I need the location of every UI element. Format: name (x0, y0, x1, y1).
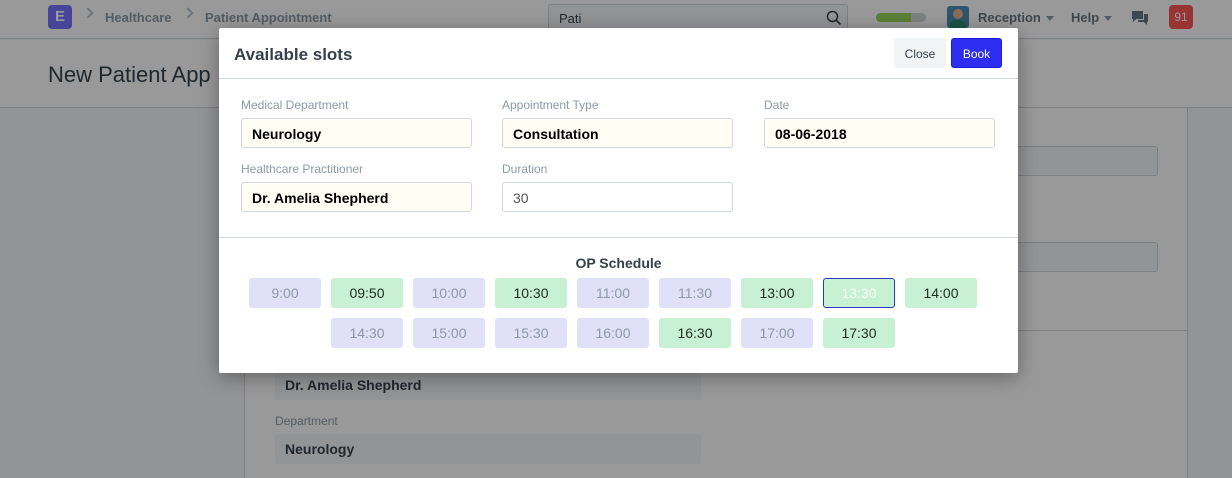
time-slot-button[interactable]: 11:30 (659, 278, 731, 308)
time-slot-button[interactable]: 15:30 (495, 318, 567, 348)
practitioner-label: Healthcare Practitioner (241, 162, 364, 176)
time-slot-button[interactable]: 15:00 (413, 318, 485, 348)
time-slot-button[interactable]: 17:30 (823, 318, 895, 348)
duration-field[interactable]: 30 (502, 182, 733, 212)
appointment-type-field[interactable]: Consultation (502, 118, 733, 148)
time-slot-button[interactable]: 17:00 (741, 318, 813, 348)
time-slot-button[interactable]: 14:00 (905, 278, 977, 308)
time-slot-button[interactable]: 14:30 (331, 318, 403, 348)
available-slots-dialog: Available slots Close Book Medical Depar… (219, 28, 1018, 373)
divider (219, 237, 1018, 238)
schedule-title: OP Schedule (575, 255, 662, 271)
time-slot-button[interactable]: 16:30 (659, 318, 731, 348)
date-field[interactable]: 08-06-2018 (764, 118, 995, 148)
time-slot-button[interactable]: 9:00 (249, 278, 321, 308)
date-label: Date (764, 98, 790, 112)
time-slot-button[interactable]: 16:00 (577, 318, 649, 348)
time-slot-button[interactable]: 09:50 (331, 278, 403, 308)
modal-header: Available slots Close Book (219, 28, 1018, 79)
time-slot-button[interactable]: 11:00 (577, 278, 649, 308)
close-button[interactable]: Close (894, 38, 946, 68)
time-slot-button[interactable]: 10:30 (495, 278, 567, 308)
book-button[interactable]: Book (951, 38, 1002, 68)
time-slot-button[interactable]: 13:00 (741, 278, 813, 308)
medical-department-label: Medical Department (241, 98, 349, 112)
duration-label: Duration (502, 162, 548, 176)
appointment-type-label: Appointment Type (502, 98, 599, 112)
time-slot-button[interactable]: 10:00 (413, 278, 485, 308)
practitioner-field[interactable]: Dr. Amelia Shepherd (241, 182, 472, 212)
time-slot-button[interactable]: 13:30 (823, 278, 895, 308)
medical-department-field[interactable]: Neurology (241, 118, 472, 148)
modal-title: Available slots (234, 45, 353, 64)
